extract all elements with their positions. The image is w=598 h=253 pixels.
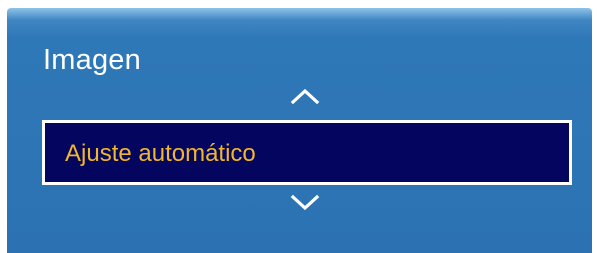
scroll-down-button[interactable] — [290, 194, 320, 212]
menu-item-auto-adjust[interactable]: Ajuste automático — [42, 120, 572, 185]
scroll-up-button[interactable] — [290, 87, 320, 105]
chevron-down-icon — [290, 194, 320, 211]
picture-menu-panel: Imagen Ajuste automático — [7, 8, 592, 253]
chevron-up-icon — [290, 88, 320, 105]
menu-title: Imagen — [43, 44, 141, 76]
menu-item-label: Ajuste automático — [65, 140, 256, 167]
